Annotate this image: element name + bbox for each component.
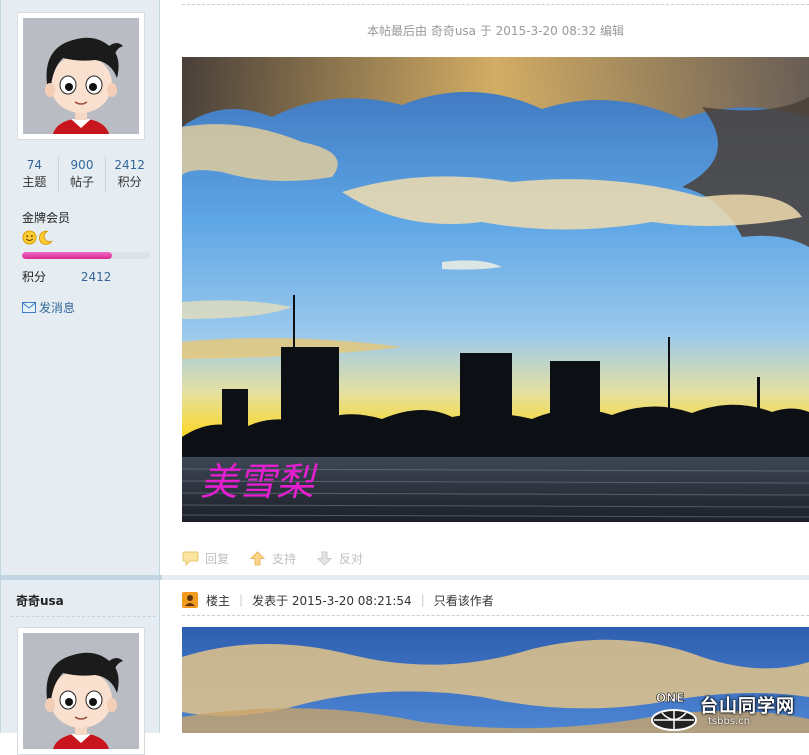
globe-logo-icon: ONE <box>651 691 697 731</box>
post-divider-band <box>162 575 809 580</box>
stat-value: 900 <box>70 158 94 172</box>
send-message-link[interactable]: 发消息 <box>22 299 75 316</box>
smiley-icon <box>22 230 37 245</box>
separator: | <box>239 593 244 607</box>
arrow-down-icon <box>316 551 333 566</box>
stat-label: 积分 <box>117 175 142 189</box>
reply-label: 回复 <box>205 552 230 566</box>
post-header: 楼主 | 发表于 2015-3-20 08:21:54 | 只看该作者 <box>182 590 494 610</box>
rank-progress-bar <box>22 252 150 259</box>
send-message-label: 发消息 <box>39 301 76 315</box>
avatar[interactable] <box>17 627 145 755</box>
arrow-up-icon <box>249 551 266 566</box>
support-label: 支持 <box>272 552 297 566</box>
reply-action[interactable]: 回复 <box>182 550 229 567</box>
stat-label: 帖子 <box>70 175 95 189</box>
photo-signature: 美雪梨 <box>200 460 318 504</box>
divider <box>182 615 809 616</box>
points-row: 积分 2412 <box>22 268 111 285</box>
brand-badge: ONE <box>656 691 684 705</box>
speech-bubble-icon <box>182 551 199 566</box>
post-actions: 回复 支持 反对 <box>182 550 363 567</box>
cartoon-avatar-icon <box>23 633 139 749</box>
post-photo-sydney-skyline[interactable]: 美雪梨 <box>182 57 809 522</box>
last-edited-note: 本帖最后由 奇奇usa 于 2015-3-20 08:32 编辑 <box>367 24 624 38</box>
divider <box>182 4 809 5</box>
avatar[interactable] <box>17 12 145 140</box>
cartoon-avatar-icon <box>23 18 139 134</box>
watermark-url: tsbbs.cn <box>708 716 751 727</box>
user-stats: 74 主题 900 帖子 2412 积分 <box>11 157 153 193</box>
support-action[interactable]: 支持 <box>249 550 296 567</box>
rank-title[interactable]: 金牌会员 <box>22 209 70 226</box>
points-value: 2412 <box>80 270 112 284</box>
only-author-link[interactable]: 只看该作者 <box>434 592 494 609</box>
stat-label: 主题 <box>22 175 47 189</box>
author-name[interactable]: 奇奇usa <box>16 592 64 609</box>
stat-threads[interactable]: 74 主题 <box>11 157 59 193</box>
separator: | <box>420 593 425 607</box>
points-label: 积分 <box>22 270 47 284</box>
thread-owner-icon <box>182 592 198 608</box>
stat-points[interactable]: 2412 积分 <box>106 157 153 193</box>
rank-progress-fill <box>22 252 112 259</box>
posted-at: 发表于 2015-3-20 08:21:54 <box>252 593 412 608</box>
stat-value: 2412 <box>114 158 145 172</box>
stat-value: 74 <box>26 158 42 172</box>
stat-posts[interactable]: 900 帖子 <box>59 157 107 193</box>
owner-label: 楼主 <box>206 593 231 608</box>
envelope-icon <box>22 302 36 313</box>
site-watermark: ONE 台山同学网 tsbbs.cn <box>648 688 809 733</box>
oppose-action[interactable]: 反对 <box>316 550 363 567</box>
divider <box>11 616 156 617</box>
rank-icons <box>22 230 53 246</box>
watermark-site-name: 台山同学网 <box>700 696 795 717</box>
author-sidebar: 74 主题 900 帖子 2412 积分 金牌会员 积分 2412 发消息 奇奇… <box>0 0 160 755</box>
oppose-label: 反对 <box>339 552 364 566</box>
moon-icon <box>38 230 53 245</box>
